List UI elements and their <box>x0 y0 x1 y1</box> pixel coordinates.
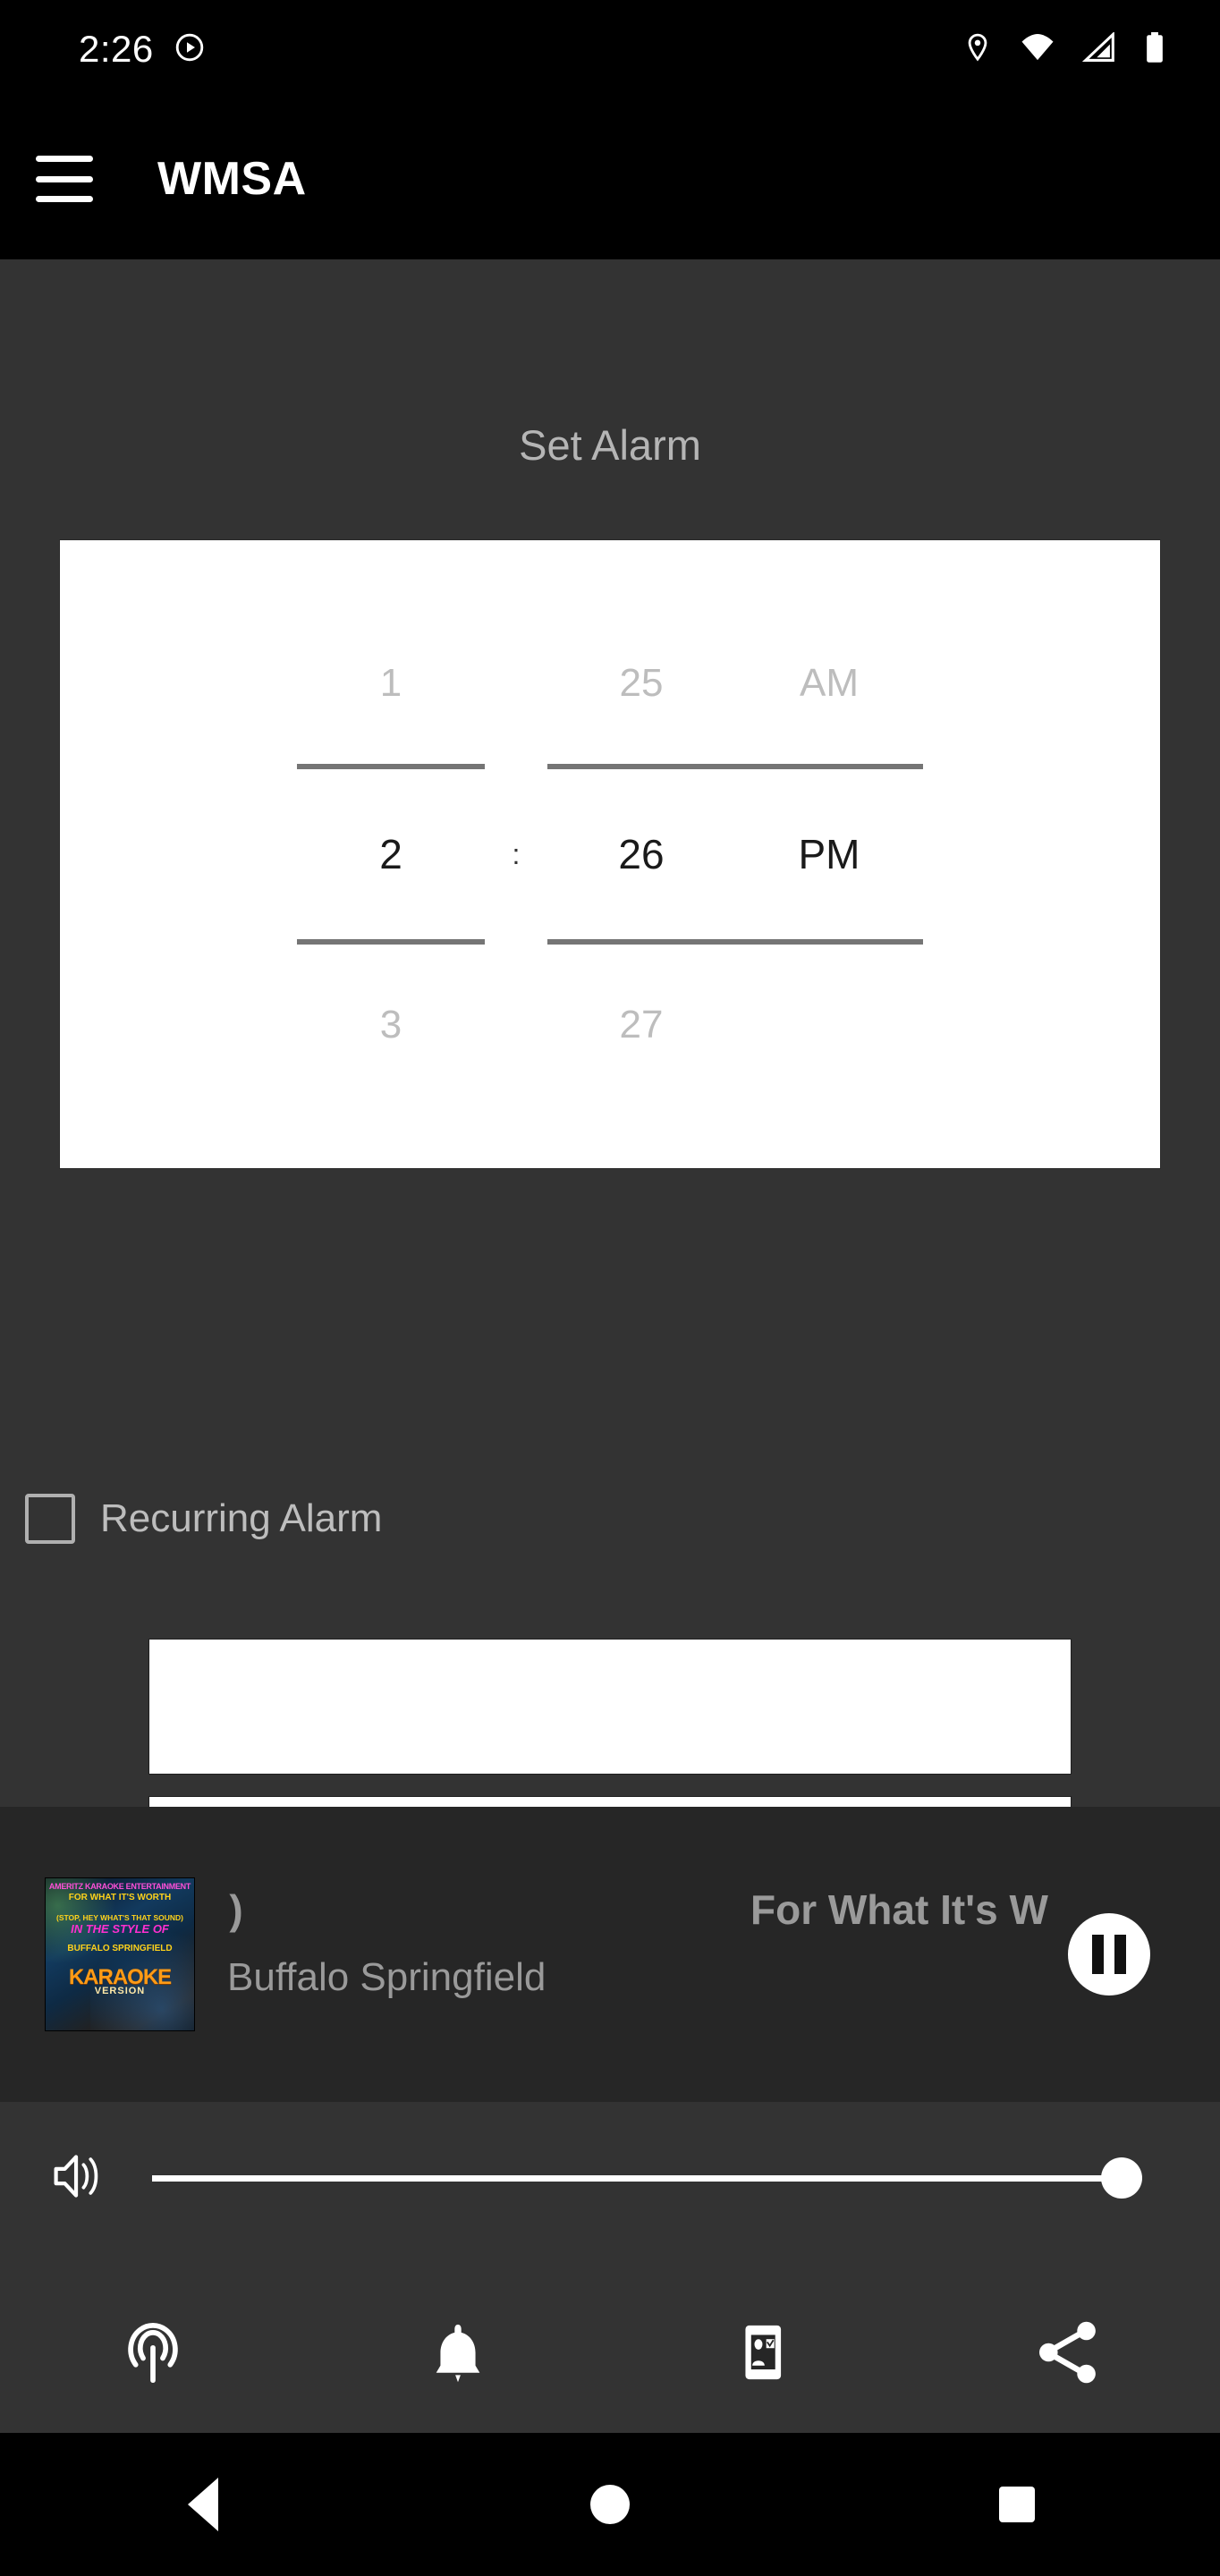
media-player-bar: AMERITZ KARAOKE ENTERTAINMENT FOR WHAT I… <box>0 1807 1220 2102</box>
nav-recents-button[interactable] <box>813 2487 1220 2522</box>
status-bar-right <box>962 30 1166 68</box>
meridiem-previous-value[interactable]: AM <box>800 634 859 733</box>
recurring-alarm-checkbox[interactable] <box>25 1494 75 1544</box>
album-art-line-2: FOR WHAT IT'S WORTH <box>68 1893 172 1903</box>
status-clock: 2:26 <box>79 28 154 70</box>
minute-divider-bottom <box>547 939 735 945</box>
home-circle-icon <box>590 2485 630 2524</box>
hour-selected-value[interactable]: 2 <box>379 769 402 939</box>
alarm-bell-icon[interactable] <box>305 2319 610 2385</box>
volume-slider-thumb[interactable] <box>1101 2157 1142 2199</box>
share-icon[interactable] <box>915 2317 1220 2388</box>
album-art-line-4: IN THE STYLE OF <box>71 1921 169 1936</box>
play-circle-icon <box>174 31 206 68</box>
app-screen: 2: 26 WMSA Set Alarm 1 2 3: 25 26 27 AM … <box>0 0 1220 2576</box>
minute-next-value[interactable]: 27 <box>620 976 664 1074</box>
back-triangle-icon <box>188 2478 219 2531</box>
main-content: Set Alarm 1 2 3 : 25 26 27 AM PM Recurri… <box>0 259 1220 2043</box>
recents-square-icon <box>998 2487 1035 2522</box>
pause-icon[interactable] <box>1068 1913 1150 1996</box>
location-icon <box>962 32 993 67</box>
track-title-segment-left: ound) <box>227 1886 243 1933</box>
app-bar: WMSA <box>0 98 1220 259</box>
time-picker: 1 2 3 : 25 26 27 AM PM <box>60 540 1160 1168</box>
action-box-primary[interactable] <box>148 1639 1072 1775</box>
album-art-line-7: VERSION <box>94 1986 146 1997</box>
cellular-icon <box>1081 30 1116 67</box>
track-artist: Buffalo Springfield <box>227 1955 546 1999</box>
minute-previous-value[interactable]: 25 <box>620 634 664 733</box>
system-nav-bar <box>0 2433 1220 2576</box>
time-picker-card: 1 2 3 : 25 26 27 AM PM <box>59 539 1161 1169</box>
track-title-segment-right: For What It's W <box>750 1886 1048 1933</box>
hour-next-value[interactable]: 3 <box>380 976 402 1074</box>
nav-home-button[interactable] <box>407 2485 814 2524</box>
menu-bar-3 <box>36 196 93 202</box>
bottom-icon-bar <box>0 2272 1220 2433</box>
status-bar-left: 2:26 <box>79 28 206 71</box>
minute-selected-value[interactable]: 26 <box>618 769 664 939</box>
time-separator: : <box>512 837 521 870</box>
hamburger-menu-icon[interactable] <box>36 156 93 202</box>
broadcast-icon[interactable] <box>0 2318 305 2387</box>
nav-back-button[interactable] <box>0 2478 407 2531</box>
album-art-line-5: BUFFALO SPRINGFIELD <box>67 1943 173 1953</box>
hour-previous-value[interactable]: 1 <box>380 634 402 733</box>
pause-bar-1 <box>1092 1935 1104 1974</box>
recurring-alarm-row[interactable]: Recurring Alarm <box>25 1494 382 1544</box>
time-separator-column: : <box>485 640 547 1069</box>
track-info: ound) For What It's W Buffalo Springfiel… <box>227 1807 1068 2102</box>
menu-bar-1 <box>36 156 93 162</box>
menu-bar-2 <box>36 175 93 182</box>
volume-slider-fill <box>152 2174 1122 2182</box>
status-bar: 2:26 <box>0 0 1220 98</box>
pause-bar-2 <box>1114 1935 1126 1974</box>
meridiem-divider-bottom <box>735 939 923 945</box>
album-art-line-3: (STOP, HEY WHAT'S THAT SOUND) <box>56 1912 183 1922</box>
volume-slider[interactable] <box>152 2151 1142 2205</box>
album-art[interactable]: AMERITZ KARAOKE ENTERTAINMENT FOR WHAT I… <box>45 1877 195 2031</box>
minute-picker[interactable]: 25 26 27 <box>547 634 735 1074</box>
battery-icon <box>1143 31 1166 68</box>
recurring-alarm-label: Recurring Alarm <box>100 1496 383 1540</box>
hour-picker[interactable]: 1 2 3 <box>297 634 485 1074</box>
app-title: WMSA <box>157 153 307 205</box>
volume-row <box>0 2102 1220 2254</box>
contact-card-icon[interactable] <box>610 2319 915 2385</box>
page-title: Set Alarm <box>519 421 701 469</box>
hour-divider-bottom <box>297 939 485 945</box>
meridiem-picker[interactable]: AM PM <box>735 634 923 1074</box>
meridiem-selected-value[interactable]: PM <box>799 769 860 939</box>
volume-up-icon[interactable] <box>50 2150 109 2207</box>
album-art-line-1: AMERITZ KARAOKE ENTERTAINMENT <box>48 1882 191 1891</box>
wifi-icon <box>1020 32 1055 67</box>
